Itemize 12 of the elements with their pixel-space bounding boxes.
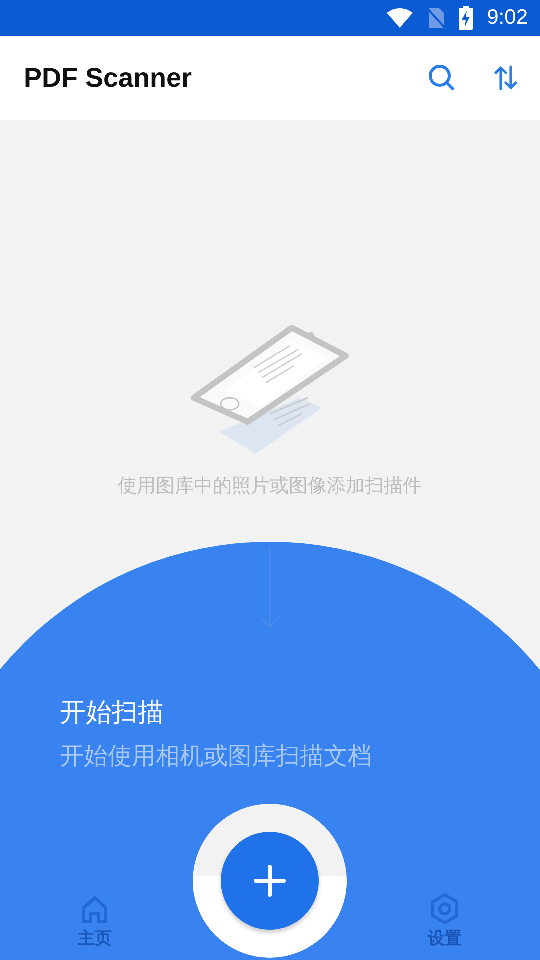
search-icon xyxy=(428,64,456,92)
app-title: PDF Scanner xyxy=(24,62,194,94)
home-icon xyxy=(80,895,110,925)
wifi-icon xyxy=(387,8,414,28)
prompt-title: 开始扫描 xyxy=(60,697,165,730)
status-time: 9:02 xyxy=(487,6,528,30)
settings-icon xyxy=(429,893,461,925)
battery-charging-icon xyxy=(459,6,474,30)
plus-icon xyxy=(253,864,287,898)
sort-arrows-icon xyxy=(494,65,518,91)
prompt-subtitle: 开始使用相机或图库扫描文档 xyxy=(60,741,372,772)
no-sim-icon xyxy=(427,7,446,29)
